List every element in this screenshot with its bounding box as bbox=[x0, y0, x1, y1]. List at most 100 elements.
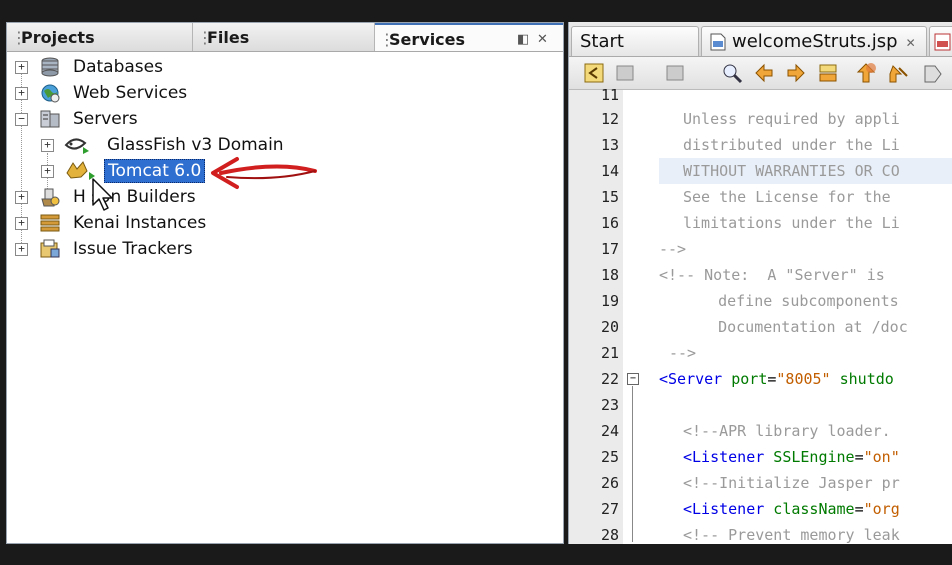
xml-attribute: port bbox=[722, 370, 768, 388]
expand-icon[interactable]: + bbox=[15, 243, 28, 256]
diff-icon[interactable] bbox=[887, 62, 909, 84]
tab-projects[interactable]: ⋮Projects bbox=[7, 23, 193, 51]
line-number: 22 bbox=[600, 370, 619, 388]
xml-equals: = bbox=[854, 448, 864, 466]
prev-icon[interactable] bbox=[753, 62, 775, 84]
grip-icon: ⋮ bbox=[197, 28, 213, 47]
code-line: WITHOUT WARRANTIES OR CO bbox=[683, 162, 900, 180]
xml-tag: <Listener bbox=[683, 500, 765, 518]
hudson-icon bbox=[41, 188, 60, 207]
code-line: Unless required by appli bbox=[683, 110, 900, 128]
js-file-icon bbox=[934, 33, 951, 51]
code-editor[interactable]: 11 12 13 14 15 16 17 18 19 20 21 22 23 2… bbox=[569, 86, 952, 544]
expand-icon[interactable]: + bbox=[15, 217, 28, 230]
line-number: 16 bbox=[600, 214, 619, 232]
code-line: limitations under the Li bbox=[683, 214, 900, 232]
tree-node-label: Databases bbox=[73, 57, 163, 77]
xml-value: "org bbox=[863, 500, 900, 518]
code-line: --> bbox=[659, 240, 687, 258]
tab-welcome-struts-jsp[interactable]: welcomeStruts.jsp ✕ bbox=[701, 26, 927, 56]
tree-node-label: GlassFish v3 Domain bbox=[107, 135, 284, 155]
line-number: 26 bbox=[600, 474, 619, 492]
line-number: 23 bbox=[600, 396, 619, 414]
panel-tab-bar: ⋮Projects ⋮Files ⋮Services ◧ ✕ bbox=[7, 23, 563, 52]
close-icon[interactable]: ✕ bbox=[906, 36, 916, 50]
tree-node-web-services[interactable]: + Web Services bbox=[15, 81, 555, 105]
line-number: 21 bbox=[600, 344, 619, 362]
editor-tab-bar: Start Page✕ welcomeStruts.jsp ✕ bbox=[569, 22, 952, 82]
code-line: <!-- Prevent memory leak bbox=[683, 526, 900, 544]
xml-value: "8005" bbox=[776, 370, 831, 388]
tab-js-file[interactable] bbox=[929, 26, 952, 56]
line-number: 19 bbox=[600, 292, 619, 310]
code-line: <!-- Note: A "Server" is bbox=[659, 266, 885, 284]
find-icon[interactable] bbox=[721, 62, 743, 84]
expand-icon[interactable]: + bbox=[15, 87, 28, 100]
tree-node-label: Servers bbox=[73, 109, 138, 129]
services-tree: + Databases + Web Services − Servers + G… bbox=[7, 53, 563, 543]
code-line: --> bbox=[669, 344, 697, 362]
code-line: <!--Initialize Jasper pr bbox=[683, 474, 900, 492]
xml-attribute: className bbox=[764, 500, 855, 518]
tab-start-page[interactable]: Start Page✕ bbox=[571, 26, 699, 82]
fold-guide bbox=[632, 386, 633, 542]
expand-icon[interactable]: + bbox=[15, 191, 28, 204]
expand-icon[interactable]: + bbox=[41, 139, 54, 152]
tree-node-databases[interactable]: + Databases bbox=[15, 55, 555, 79]
line-number: 20 bbox=[600, 318, 619, 336]
glassfish-icon bbox=[64, 138, 89, 154]
fold-toggle-icon[interactable]: − bbox=[627, 373, 639, 385]
tree-node-label: Issue Trackers bbox=[73, 239, 193, 259]
code-line-server: <Server port="8005" shutdo bbox=[659, 366, 894, 392]
forward-icon[interactable] bbox=[615, 62, 637, 84]
shift-icon[interactable] bbox=[921, 62, 943, 84]
line-number: 28 bbox=[600, 526, 619, 544]
back-icon[interactable] bbox=[583, 62, 605, 84]
line-number: 11 bbox=[600, 86, 619, 104]
line-number: 17 bbox=[600, 240, 619, 258]
expand-icon[interactable]: + bbox=[15, 61, 28, 74]
next-icon[interactable] bbox=[785, 62, 807, 84]
tab-services[interactable]: ⋮Services ◧ ✕ bbox=[375, 23, 563, 51]
collapse-icon[interactable]: − bbox=[15, 113, 28, 126]
line-number: 14 bbox=[600, 162, 619, 180]
services-panel: ⋮Projects ⋮Files ⋮Services ◧ ✕ + Databas… bbox=[6, 22, 564, 544]
tab-files[interactable]: ⋮Files bbox=[193, 23, 375, 51]
editor-panel: Start Page✕ welcomeStruts.jsp ✕ bbox=[568, 22, 952, 544]
tab-label: Files bbox=[207, 28, 250, 47]
tree-node-label: Tomcat 6.0 bbox=[104, 159, 206, 183]
annotation-arrow bbox=[211, 157, 317, 189]
line-number: 13 bbox=[600, 136, 619, 154]
line-number: 24 bbox=[600, 422, 619, 440]
xml-tag: <Server bbox=[659, 370, 723, 388]
line-number: 18 bbox=[600, 266, 619, 284]
code-line: Documentation at /doc bbox=[691, 318, 908, 336]
code-line-listener: <Listener SSLEngine="on" bbox=[683, 444, 900, 470]
history-icon[interactable] bbox=[665, 62, 687, 84]
editor-toolbar bbox=[569, 57, 952, 90]
fold-margin bbox=[623, 90, 643, 544]
tree-node-label: Kenai Instances bbox=[73, 213, 207, 233]
tree-node-kenai-instances[interactable]: + Kenai Instances bbox=[15, 211, 555, 235]
bookmark-icon[interactable] bbox=[855, 62, 877, 84]
tree-node-glassfish[interactable]: + GlassFish v3 Domain bbox=[41, 133, 555, 157]
code-line: <!--APR library loader. bbox=[683, 422, 891, 440]
tree-node-servers[interactable]: − Servers bbox=[15, 107, 555, 131]
toggle-icon[interactable] bbox=[817, 62, 839, 84]
expand-icon[interactable]: + bbox=[41, 165, 54, 178]
tree-node-issue-trackers[interactable]: + Issue Trackers bbox=[15, 237, 555, 261]
tree-node-label: Web Services bbox=[73, 83, 188, 103]
xml-attribute: shutdo bbox=[830, 370, 894, 388]
tab-label: Projects bbox=[21, 28, 95, 47]
mouse-cursor-icon bbox=[92, 178, 113, 211]
issue-tracker-icon bbox=[40, 239, 60, 258]
close-icon[interactable]: ✕ bbox=[537, 25, 548, 55]
grip-icon: ⋮ bbox=[11, 28, 27, 47]
xml-attribute: SSLEngine bbox=[764, 448, 855, 466]
xml-tag: <Listener bbox=[683, 448, 765, 466]
xml-equals: = bbox=[854, 500, 864, 518]
xml-value: "on" bbox=[863, 448, 900, 466]
restore-window-icon[interactable]: ◧ bbox=[517, 25, 529, 55]
database-icon bbox=[41, 57, 59, 77]
jsp-file-icon bbox=[710, 33, 726, 51]
